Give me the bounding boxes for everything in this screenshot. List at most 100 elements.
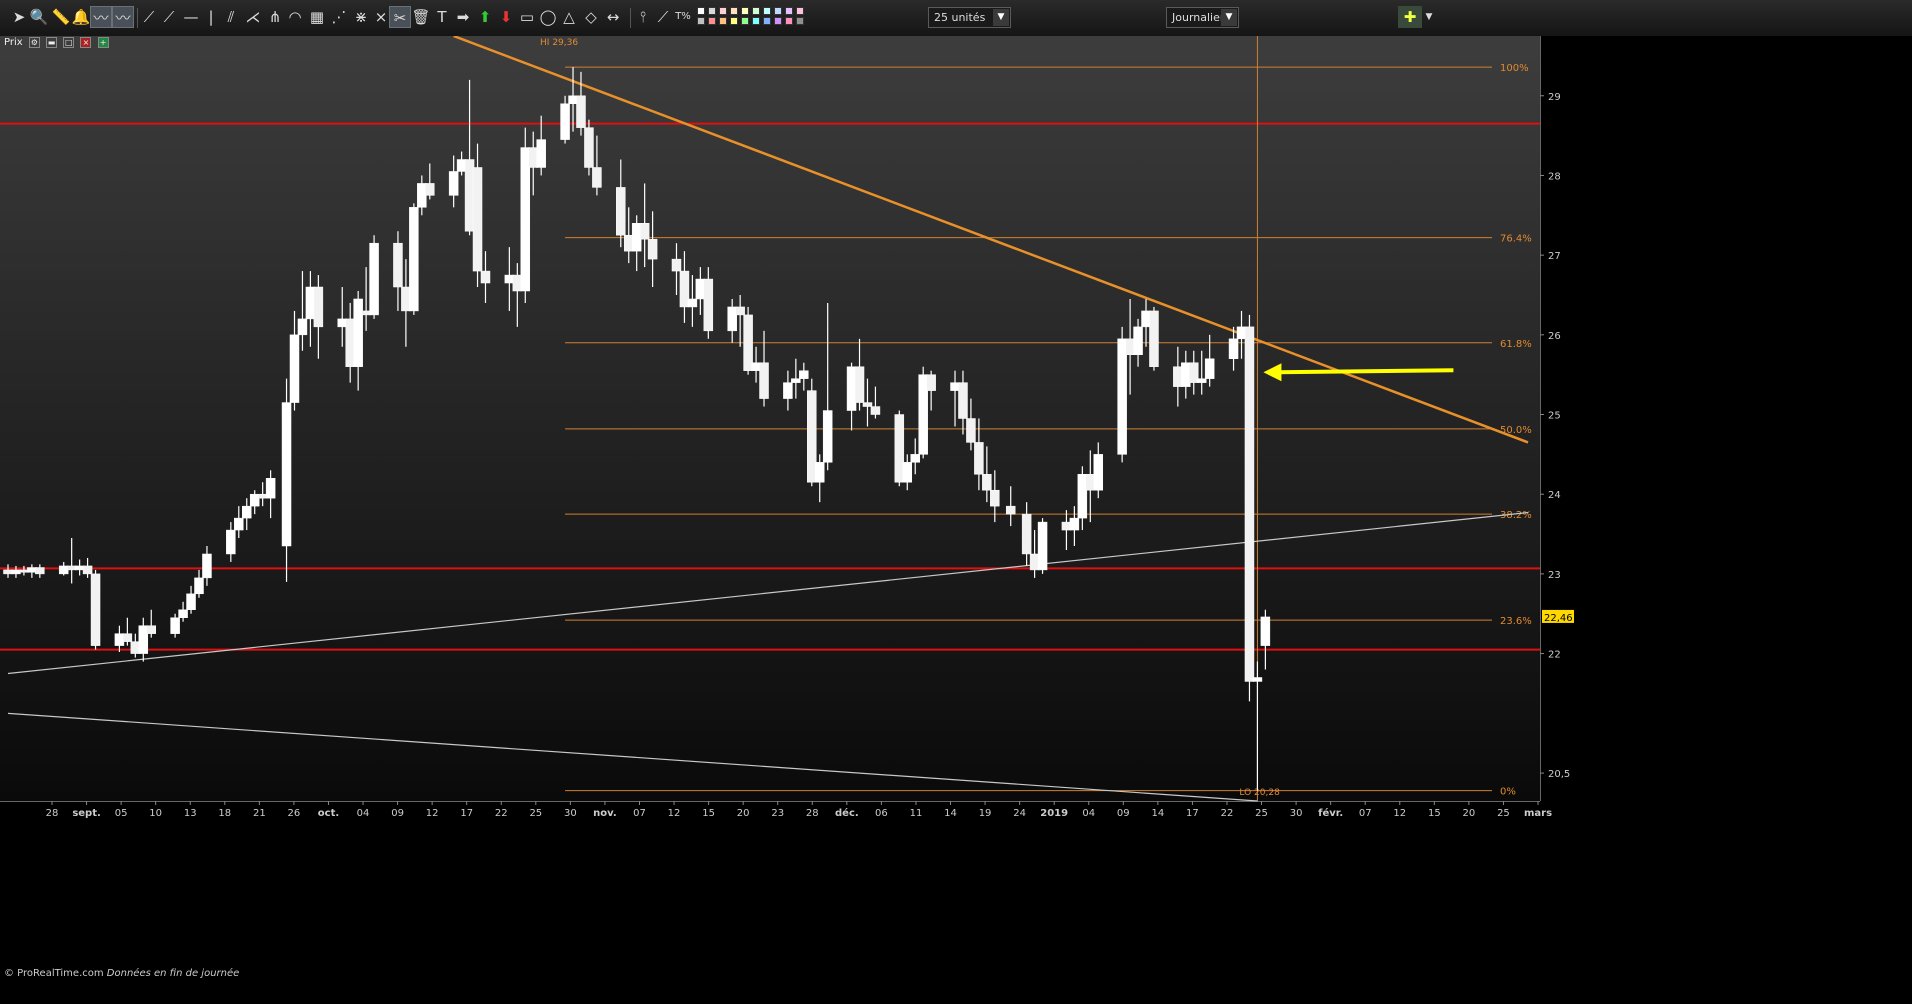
color-swatch[interactable] bbox=[763, 17, 771, 25]
color-swatch[interactable] bbox=[752, 17, 760, 25]
pointer-icon[interactable]: ➤ bbox=[8, 6, 30, 28]
draw-line-icon[interactable]: ⟋ bbox=[652, 6, 674, 28]
chevron-down-icon: ▼ bbox=[1221, 9, 1237, 26]
candle-body bbox=[727, 306, 737, 332]
candle-body bbox=[456, 159, 467, 172]
triangle-icon[interactable]: △ bbox=[558, 6, 580, 28]
candle-body bbox=[313, 286, 324, 328]
arrow-up-icon[interactable]: ⬆ bbox=[474, 6, 496, 28]
x-tick-label: 21 bbox=[253, 808, 266, 819]
panel-minimize-icon[interactable]: ▬ bbox=[46, 37, 58, 48]
color-swatch[interactable] bbox=[697, 17, 705, 25]
indicators-menu-icon[interactable]: ✚ bbox=[1398, 6, 1422, 28]
chart-style-icon[interactable]: 〰 bbox=[90, 6, 112, 28]
rectangle-icon[interactable]: ▭ bbox=[516, 6, 538, 28]
ellipse-icon[interactable]: ◯ bbox=[537, 6, 559, 28]
x-tick-label: 25 bbox=[529, 808, 542, 819]
eraser-icon[interactable]: ◇ bbox=[580, 6, 602, 28]
vertical-line-icon[interactable]: | bbox=[200, 6, 222, 28]
candle-body bbox=[265, 478, 276, 499]
fibonacci-level-label: 61.8% bbox=[1500, 339, 1532, 350]
trendline-tool-icon[interactable]: ⟋ bbox=[158, 6, 180, 28]
copyright-note: © ProRealTime.com Données en fin de jour… bbox=[4, 968, 239, 979]
alert-bell-icon[interactable]: 🔔 bbox=[70, 6, 92, 28]
color-swatch[interactable] bbox=[741, 17, 749, 25]
x-tick-label: 17 bbox=[460, 808, 473, 819]
color-swatch[interactable] bbox=[774, 7, 782, 15]
color-swatch[interactable] bbox=[741, 7, 749, 15]
candle-body bbox=[401, 286, 411, 312]
candle-body bbox=[631, 223, 642, 252]
x-tick-label: 07 bbox=[633, 808, 646, 819]
color-swatch[interactable] bbox=[719, 7, 727, 15]
fibonacci-fan-icon[interactable]: ⋰ bbox=[328, 6, 350, 28]
channel-icon[interactable]: ⫽ bbox=[220, 6, 242, 28]
percent-tool-icon[interactable]: T% bbox=[672, 6, 694, 28]
x-tick-label: 12 bbox=[668, 808, 681, 819]
units-dropdown[interactable]: 25 unités ▼ bbox=[928, 7, 1011, 28]
zoom-icon[interactable]: 🔍 bbox=[28, 6, 50, 28]
color-swatch[interactable] bbox=[774, 17, 782, 25]
candle-body bbox=[687, 298, 698, 308]
panel-add-icon[interactable]: + bbox=[97, 37, 109, 48]
chevron-down-icon[interactable]: ▼ bbox=[1423, 6, 1435, 28]
period-dropdown[interactable]: Journalier ▼ bbox=[1166, 7, 1239, 28]
panel-settings-icon[interactable]: ⚙ bbox=[28, 37, 40, 48]
x-tick-label: sept. bbox=[72, 808, 100, 819]
color-swatch[interactable] bbox=[796, 7, 804, 15]
color-swatch[interactable] bbox=[796, 17, 804, 25]
candle-body bbox=[1005, 505, 1016, 515]
tools-icon[interactable]: ✂ bbox=[389, 6, 411, 28]
color-swatch[interactable] bbox=[752, 7, 760, 15]
candle-body bbox=[735, 306, 745, 316]
candle-body bbox=[576, 95, 586, 128]
arrow-down-icon[interactable]: ⬇ bbox=[495, 6, 517, 28]
y-tick-label: 24 bbox=[1548, 490, 1561, 501]
horizontal-line-icon[interactable]: — bbox=[180, 6, 202, 28]
candle-body bbox=[11, 569, 21, 575]
line-tool-icon[interactable]: ⟋ bbox=[138, 6, 160, 28]
candle-body bbox=[990, 489, 1000, 507]
color-swatch[interactable] bbox=[697, 7, 705, 15]
x-tick-label: 15 bbox=[702, 808, 715, 819]
toolbar: ➤ 🔍 📏 🔔 〰 〰 ⟋ ⟋ — | ⫽ ⋌ ⋔ ◠ ▦ ⋰ ⋇ ⨯ ✂ 🗑 … bbox=[0, 0, 1912, 37]
candle-body bbox=[35, 567, 45, 575]
candle-body bbox=[1061, 521, 1072, 531]
panel-close-icon[interactable]: × bbox=[80, 37, 92, 48]
candle-body bbox=[623, 234, 634, 252]
arrow-right-icon[interactable]: ➡ bbox=[452, 6, 474, 28]
fibonacci-level-label: 38.2% bbox=[1500, 510, 1532, 521]
measure-icon[interactable]: ↔ bbox=[602, 6, 624, 28]
color-swatch[interactable] bbox=[785, 7, 793, 15]
candle-body bbox=[1244, 326, 1255, 682]
indicator-icon[interactable]: 〰 bbox=[112, 6, 134, 28]
color-swatch[interactable] bbox=[763, 7, 771, 15]
text-tool-icon[interactable]: T bbox=[431, 6, 453, 28]
ruler-icon[interactable]: 📏 bbox=[50, 6, 72, 28]
gann-icon[interactable]: ⋇ bbox=[350, 6, 372, 28]
color-swatch[interactable] bbox=[730, 7, 738, 15]
color-swatch[interactable] bbox=[708, 17, 716, 25]
x-tick-label: févr. bbox=[1318, 807, 1343, 819]
color-swatch[interactable] bbox=[708, 7, 716, 15]
x-tick-label: 09 bbox=[391, 808, 404, 819]
color-swatch[interactable] bbox=[730, 17, 738, 25]
delete-icon[interactable]: 🗑 bbox=[410, 6, 432, 28]
pitchfork-icon[interactable]: ⋔ bbox=[264, 6, 286, 28]
color-swatch[interactable] bbox=[719, 17, 727, 25]
fibonacci-grid-icon[interactable]: ▦ bbox=[306, 6, 328, 28]
candle-body bbox=[862, 402, 873, 407]
price-chart[interactable]: 29 28 27 26 25 24 23 22 20,5 28 sept. 05 10 13 18 21 26 o… bbox=[0, 36, 1912, 1004]
candle-body bbox=[1125, 338, 1135, 355]
candle-body bbox=[3, 569, 13, 575]
arc-icon[interactable]: ◠ bbox=[284, 6, 306, 28]
color-swatch[interactable] bbox=[785, 17, 793, 25]
candle-body bbox=[66, 565, 77, 571]
x-tick-label: 11 bbox=[910, 808, 923, 819]
fan-icon[interactable]: ⋌ bbox=[242, 6, 264, 28]
cursor-line-icon[interactable]: ⫯ bbox=[632, 6, 654, 28]
candle-body bbox=[1021, 513, 1032, 555]
candle-body bbox=[448, 171, 459, 196]
panel-maximize-icon[interactable]: □ bbox=[63, 37, 75, 48]
x-tick-label: 28 bbox=[46, 808, 59, 819]
